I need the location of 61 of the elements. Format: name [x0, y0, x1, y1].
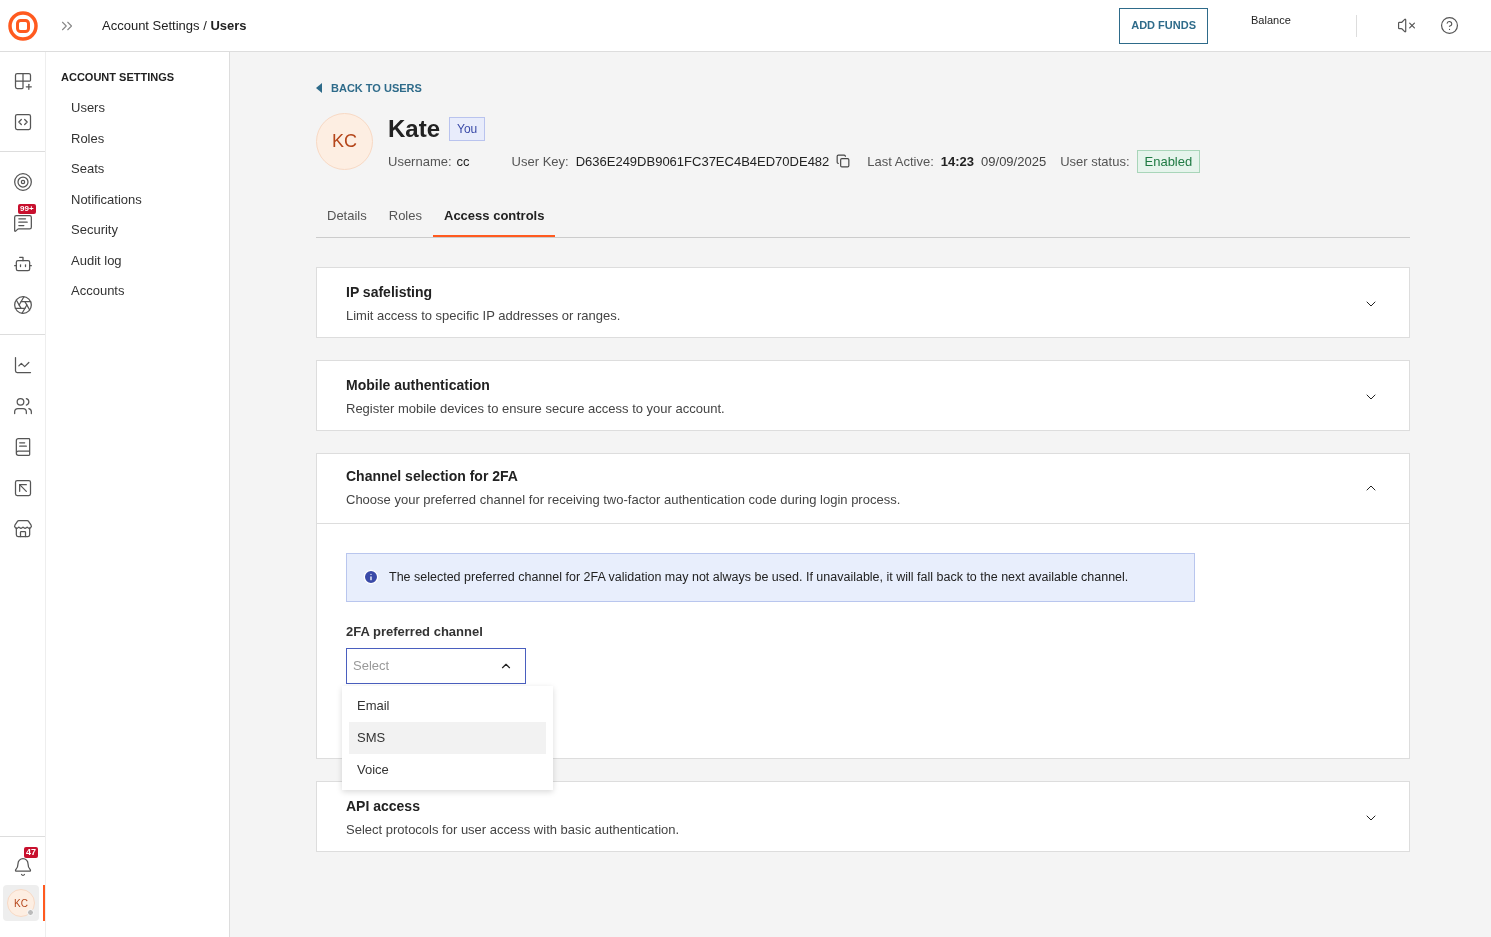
aperture-icon[interactable] [12, 294, 33, 315]
info-text: The selected preferred channel for 2FA validation may not always be used. If unavailable, it will fall back to the next available channel. [389, 568, 1129, 586]
caret-icon [316, 83, 322, 94]
copy-icon[interactable] [836, 154, 851, 169]
back-link[interactable]: BACK TO USERS [316, 80, 1410, 97]
you-tag: You [449, 116, 486, 141]
nav-link[interactable]: Roles [71, 128, 105, 148]
people-icon[interactable] [12, 395, 33, 416]
accordion-header[interactable]: API access Select protocols for user access with basic authentication. [317, 781, 1409, 851]
user-key-value: D636E249DB9061FC37EC4B4ED70DE482 [575, 152, 830, 171]
status-tag: Enabled [1136, 149, 1201, 173]
section-title: IP safelisting [346, 283, 434, 303]
help-icon[interactable] [1440, 16, 1459, 35]
accordion-header[interactable]: IP safelisting Limit access to specific IP addresses or ranges. [317, 267, 1409, 337]
frame-arrow-icon[interactable] [12, 477, 33, 498]
target-icon[interactable] [12, 171, 33, 192]
chat-icon[interactable] [12, 212, 33, 233]
field-label: User Key: [511, 152, 569, 171]
logo-icon[interactable] [8, 10, 38, 41]
last-active-date: 09/09/2025 [981, 152, 1047, 171]
line-chart-icon[interactable] [12, 354, 33, 375]
section-description: Select protocols for user access with basic authentication. [346, 821, 681, 840]
add-funds-button[interactable]: ADD FUNDS [1119, 7, 1208, 44]
section-description: Register mobile devices to ensure secure access to your account. [346, 400, 726, 419]
section-description: Limit access to specific IP addresses or ranges. [346, 307, 622, 326]
info-icon [363, 569, 379, 585]
nav-link[interactable]: Accounts [71, 281, 125, 301]
count-badge: 47 [24, 847, 38, 858]
nav-link[interactable]: Audit log [71, 250, 122, 270]
nav-link[interactable]: Notifications [71, 189, 142, 209]
user-name: Kate [388, 113, 441, 144]
store-icon[interactable] [12, 518, 33, 539]
section-title: API access [346, 797, 421, 817]
last-active-time: 14:23 [940, 152, 975, 171]
bell-icon[interactable] [12, 857, 33, 877]
tab[interactable]: Access controls [433, 206, 556, 237]
nav-link[interactable]: Users [71, 98, 105, 118]
count-badge: 99+ [18, 204, 36, 214]
mute-icon[interactable] [1397, 16, 1416, 35]
nav-heading: ACCOUNT SETTINGS [61, 70, 176, 85]
user-avatar: KC [316, 113, 373, 171]
section-title: Channel selection for 2FA [346, 467, 519, 487]
field-label: Last Active: [867, 152, 934, 171]
field-label: 2FA preferred channel [346, 622, 484, 641]
nav-link[interactable]: Seats [71, 159, 105, 179]
nav-link[interactable]: Security [71, 220, 118, 240]
tab[interactable]: Details [316, 206, 378, 237]
accordion-header[interactable]: Channel selection for 2FA Choose your preferred channel for receiving two-factor authentication code during login process. [317, 453, 1409, 524]
dropdown-option[interactable]: SMS [349, 722, 546, 754]
breadcrumb: Account Settings / Users [102, 16, 247, 35]
tab[interactable]: Roles [377, 206, 433, 237]
dropdown-option[interactable]: Email [349, 690, 546, 722]
field-label: Username: [388, 152, 452, 171]
section-description: Choose your preferred channel for receiving two-factor authentication code during login process. [346, 491, 902, 510]
balance-label: Balance [1251, 14, 1291, 26]
code-icon[interactable] [12, 111, 33, 132]
username-value: cc [456, 152, 471, 171]
accordion-header[interactable]: Mobile authentication Register mobile devices to ensure secure access to your account. [317, 360, 1409, 430]
section-title: Mobile authentication [346, 376, 491, 396]
grid-plus-icon[interactable] [12, 70, 33, 91]
field-label: User status: [1060, 152, 1130, 171]
